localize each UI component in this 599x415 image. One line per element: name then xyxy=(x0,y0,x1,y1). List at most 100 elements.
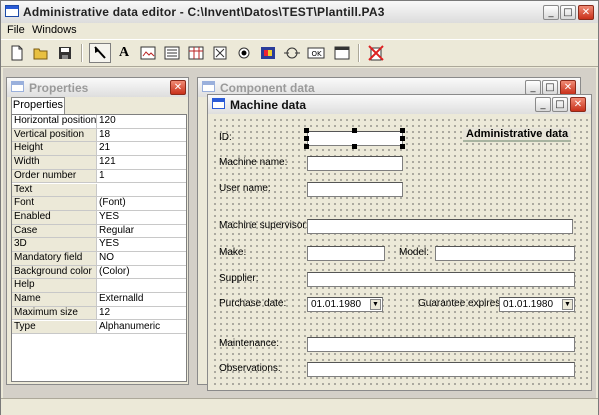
component-minimize-button[interactable]: _ xyxy=(525,80,541,95)
supplier-field[interactable] xyxy=(307,272,575,287)
selection-handle[interactable] xyxy=(352,144,357,149)
property-row[interactable]: Width 121 xyxy=(12,156,186,170)
property-name: Width xyxy=(12,156,97,169)
folder-icon xyxy=(33,48,48,60)
property-row[interactable]: Type Alphanumeric xyxy=(12,320,186,335)
property-row[interactable]: Enabled YES xyxy=(12,210,186,225)
property-row[interactable]: Vertical position 18 xyxy=(12,128,186,143)
properties-window[interactable]: Properties ✕ Properties Horizontal posit… xyxy=(6,77,189,385)
make-label: Make: xyxy=(219,247,247,258)
maximize-icon: □ xyxy=(563,7,573,18)
machine-data-window[interactable]: Machine data _ □ ✕ ID: Administrative da… xyxy=(207,94,592,391)
window-icon xyxy=(212,98,225,109)
make-field[interactable] xyxy=(307,246,385,261)
property-value[interactable]: 1 xyxy=(99,170,105,182)
property-name: Background color xyxy=(12,265,97,279)
save-button[interactable] xyxy=(54,43,76,63)
property-row[interactable]: Order number 1 xyxy=(12,169,186,184)
property-row[interactable]: Font (Font) xyxy=(12,197,186,211)
property-value[interactable]: NO xyxy=(99,252,114,264)
user-name-field[interactable] xyxy=(307,182,403,197)
property-row[interactable]: Case Regular xyxy=(12,224,186,239)
property-value[interactable]: Externalld xyxy=(99,293,143,305)
property-value[interactable]: YES xyxy=(99,211,119,223)
property-row[interactable]: Text xyxy=(12,183,186,198)
property-value[interactable]: 12 xyxy=(99,307,110,319)
model-field[interactable] xyxy=(435,246,575,261)
maintenance-field[interactable] xyxy=(307,337,575,352)
selection-handle[interactable] xyxy=(304,136,309,141)
menu-file[interactable]: File xyxy=(7,24,25,36)
guarantee-expires-select[interactable]: 01.01.1980 ▼ xyxy=(499,297,575,312)
properties-titlebar[interactable]: Properties ✕ xyxy=(7,78,188,97)
selection-handle[interactable] xyxy=(304,144,309,149)
ok-button-icon: OK xyxy=(307,47,325,59)
property-row[interactable]: Name Externalld xyxy=(12,293,186,307)
property-value[interactable]: 18 xyxy=(99,129,110,141)
property-row[interactable]: Help xyxy=(12,279,186,294)
selection-handle[interactable] xyxy=(400,136,405,141)
component-close-button[interactable]: ✕ xyxy=(560,80,576,95)
property-row[interactable]: Mandatory field NO xyxy=(12,252,186,266)
machine-titlebar[interactable]: Machine data _ □ ✕ xyxy=(208,95,591,114)
property-row[interactable]: Maximum size 12 xyxy=(12,306,186,321)
observations-field[interactable] xyxy=(307,362,575,377)
new-file-button[interactable] xyxy=(6,43,28,63)
properties-close-button[interactable]: ✕ xyxy=(170,80,186,95)
image-tool[interactable] xyxy=(137,43,159,63)
property-value[interactable]: 121 xyxy=(99,156,116,168)
property-value[interactable]: 21 xyxy=(99,142,110,154)
property-row[interactable]: 3D YES xyxy=(12,238,186,252)
property-value[interactable]: YES xyxy=(99,238,119,250)
checkbox-tool[interactable] xyxy=(209,43,231,63)
design-canvas[interactable]: ID: Administrative data Machine name: Us… xyxy=(211,116,588,388)
menu-windows[interactable]: Windows xyxy=(32,24,77,36)
purchase-date-select[interactable]: 01.01.1980 ▼ xyxy=(307,297,383,312)
component-title: Component data xyxy=(220,81,315,95)
pointer-tool[interactable] xyxy=(89,43,111,63)
close-button[interactable]: ✕ xyxy=(578,5,594,20)
property-row[interactable]: Height 21 xyxy=(12,142,186,157)
property-value[interactable]: 120 xyxy=(99,115,116,127)
ok-button-tool[interactable]: OK xyxy=(305,43,327,63)
window-icon xyxy=(11,81,24,92)
text-tool[interactable]: A xyxy=(113,43,135,63)
property-name: Help xyxy=(12,279,97,293)
title-bar[interactable]: Administrative data editor - C:\Invent\D… xyxy=(1,1,598,24)
list-tool[interactable] xyxy=(161,43,183,63)
minimize-button[interactable]: _ xyxy=(543,5,559,20)
property-value[interactable]: (Color) xyxy=(99,266,130,278)
property-value[interactable]: Regular xyxy=(99,225,134,237)
radio-tool[interactable] xyxy=(233,43,255,63)
selection-handle[interactable] xyxy=(304,128,309,133)
window-tool[interactable] xyxy=(331,43,353,63)
color-image-tool[interactable] xyxy=(257,43,279,63)
property-row[interactable]: Horizontal position 120 xyxy=(12,115,186,129)
color-image-icon xyxy=(261,47,275,59)
machine-name-field[interactable] xyxy=(307,156,403,171)
text-tool-icon: A xyxy=(118,45,130,60)
maximize-button[interactable]: □ xyxy=(560,5,576,20)
image-icon xyxy=(140,46,156,60)
selection-handle[interactable] xyxy=(352,128,357,133)
property-row[interactable]: Background color (Color) xyxy=(12,265,186,280)
new-file-icon xyxy=(11,45,23,61)
property-value[interactable]: Alphanumeric xyxy=(99,321,160,333)
chevron-down-icon[interactable]: ▼ xyxy=(370,299,381,310)
property-value[interactable]: (Font) xyxy=(99,197,126,209)
component-maximize-button[interactable]: □ xyxy=(542,80,558,95)
close-icon: ✕ xyxy=(581,7,591,18)
rotate-link-tool[interactable] xyxy=(281,43,303,63)
table-tool[interactable] xyxy=(185,43,207,63)
machine-close-button[interactable]: ✕ xyxy=(570,97,586,112)
tab-properties[interactable]: Properties xyxy=(11,97,65,114)
open-button[interactable] xyxy=(30,43,52,63)
delete-tool[interactable] xyxy=(365,43,387,63)
machine-supervisor-field[interactable] xyxy=(307,219,573,234)
machine-minimize-button[interactable]: _ xyxy=(535,97,551,112)
machine-maximize-button[interactable]: □ xyxy=(552,97,568,112)
chevron-down-icon[interactable]: ▼ xyxy=(562,299,573,310)
observations-label: Observations: xyxy=(219,363,281,374)
selection-handle[interactable] xyxy=(400,128,405,133)
selection-handle[interactable] xyxy=(400,144,405,149)
